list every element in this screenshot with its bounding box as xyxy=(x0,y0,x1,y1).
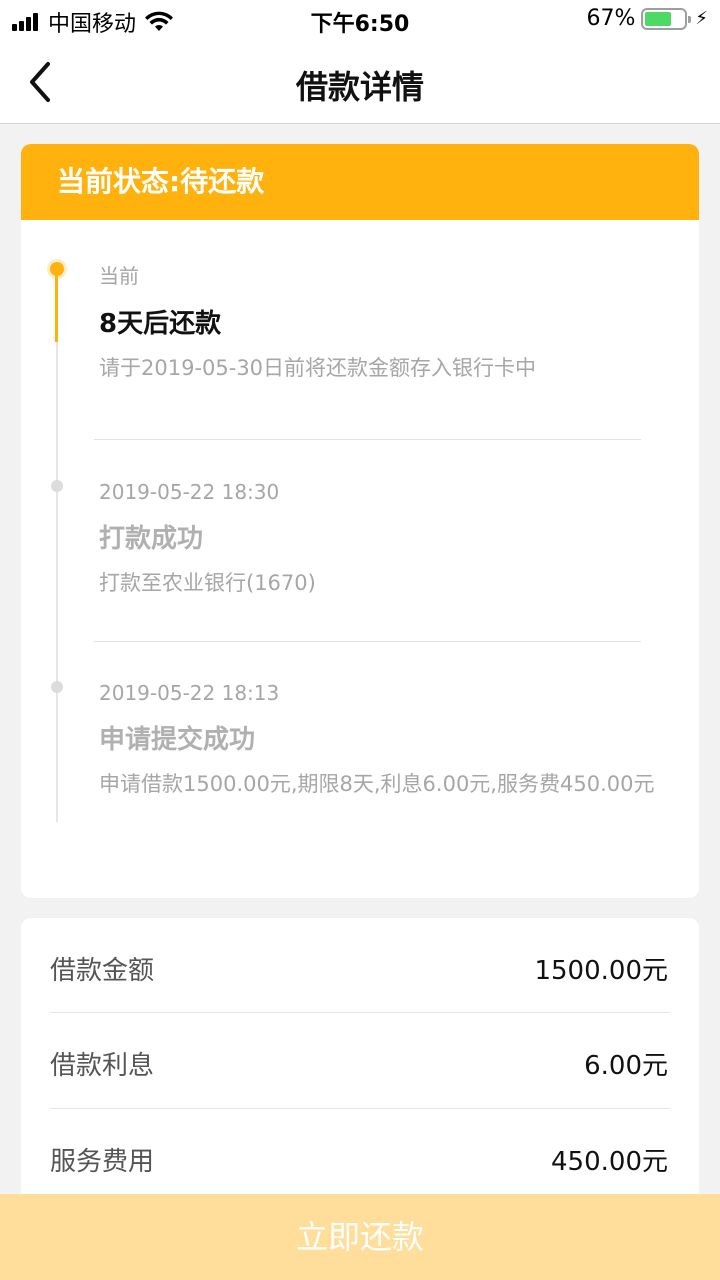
status-bar-right: 67% ⚡ xyxy=(586,6,708,31)
timeline-title: 8天后还款 xyxy=(99,309,222,339)
status-bar: 中国移动 下午6:50 67% ⚡ xyxy=(0,0,720,40)
timeline-divider xyxy=(94,641,641,642)
info-label: 借款金额 xyxy=(50,955,155,986)
timeline-item-applied: 2019-05-22 18:13 申请提交成功 申请借款1500.00元,期限8… xyxy=(99,681,659,798)
timeline-label: 2019-05-22 18:30 xyxy=(99,480,280,504)
info-value: 450.00元 xyxy=(551,1146,668,1177)
battery-icon xyxy=(641,7,692,30)
info-divider xyxy=(50,1108,670,1109)
info-divider xyxy=(50,1012,670,1013)
charging-icon: ⚡ xyxy=(695,8,708,29)
nav-bar: 借款详情 xyxy=(0,40,720,124)
timeline-desc: 请于2019-05-30日前将还款金额存入银行卡中 xyxy=(99,356,537,380)
battery-level xyxy=(645,11,671,26)
timeline-item-paid: 2019-05-22 18:30 打款成功 打款至农业银行(1670) xyxy=(99,480,659,597)
status-header: 当前状态:待还款 xyxy=(21,144,699,220)
info-label: 借款利息 xyxy=(50,1050,155,1081)
loan-status-card: 当前状态:待还款 当前 8天后还款 请于2019-05-30日前将还款金额存入银… xyxy=(21,144,699,898)
page-title: 借款详情 xyxy=(295,68,424,106)
info-row-interest: 借款利息 6.00元 xyxy=(50,1015,668,1111)
phone-screen: 中国移动 下午6:50 67% ⚡ 借款详情 当前状态:待还款 当前 8天后还款… xyxy=(0,0,720,1280)
timeline-label: 2019-05-22 18:13 xyxy=(99,681,280,705)
loan-info-card: 借款金额 1500.00元 借款利息 6.00元 服务费用 450.00元 xyxy=(21,918,699,1218)
timeline-item-current: 当前 8天后还款 请于2019-05-30日前将还款金额存入银行卡中 xyxy=(99,260,659,382)
timeline-desc: 申请借款1500.00元,期限8天,利息6.00元,服务费450.00元 xyxy=(99,772,655,796)
timeline-title: 打款成功 xyxy=(99,524,204,554)
timeline-line xyxy=(56,268,58,822)
info-value: 6.00元 xyxy=(584,1050,668,1081)
timeline-dot xyxy=(51,480,63,492)
repay-now-button[interactable]: 立即还款 xyxy=(0,1194,720,1280)
timeline-dot xyxy=(51,681,63,693)
timeline-desc: 打款至农业银行(1670) xyxy=(99,571,316,595)
info-row-amount: 借款金额 1500.00元 xyxy=(50,920,668,1016)
timeline-label: 当前 xyxy=(99,264,139,288)
timeline-active-segment xyxy=(55,268,58,342)
info-value: 1500.00元 xyxy=(534,955,668,986)
info-row-service-fee: 服务费用 450.00元 xyxy=(50,1111,668,1207)
timeline-divider xyxy=(94,439,641,440)
info-label: 服务费用 xyxy=(50,1146,155,1177)
timeline-dot-current xyxy=(50,262,64,276)
timeline-title: 申请提交成功 xyxy=(99,725,256,755)
battery-percent: 67% xyxy=(586,6,636,31)
